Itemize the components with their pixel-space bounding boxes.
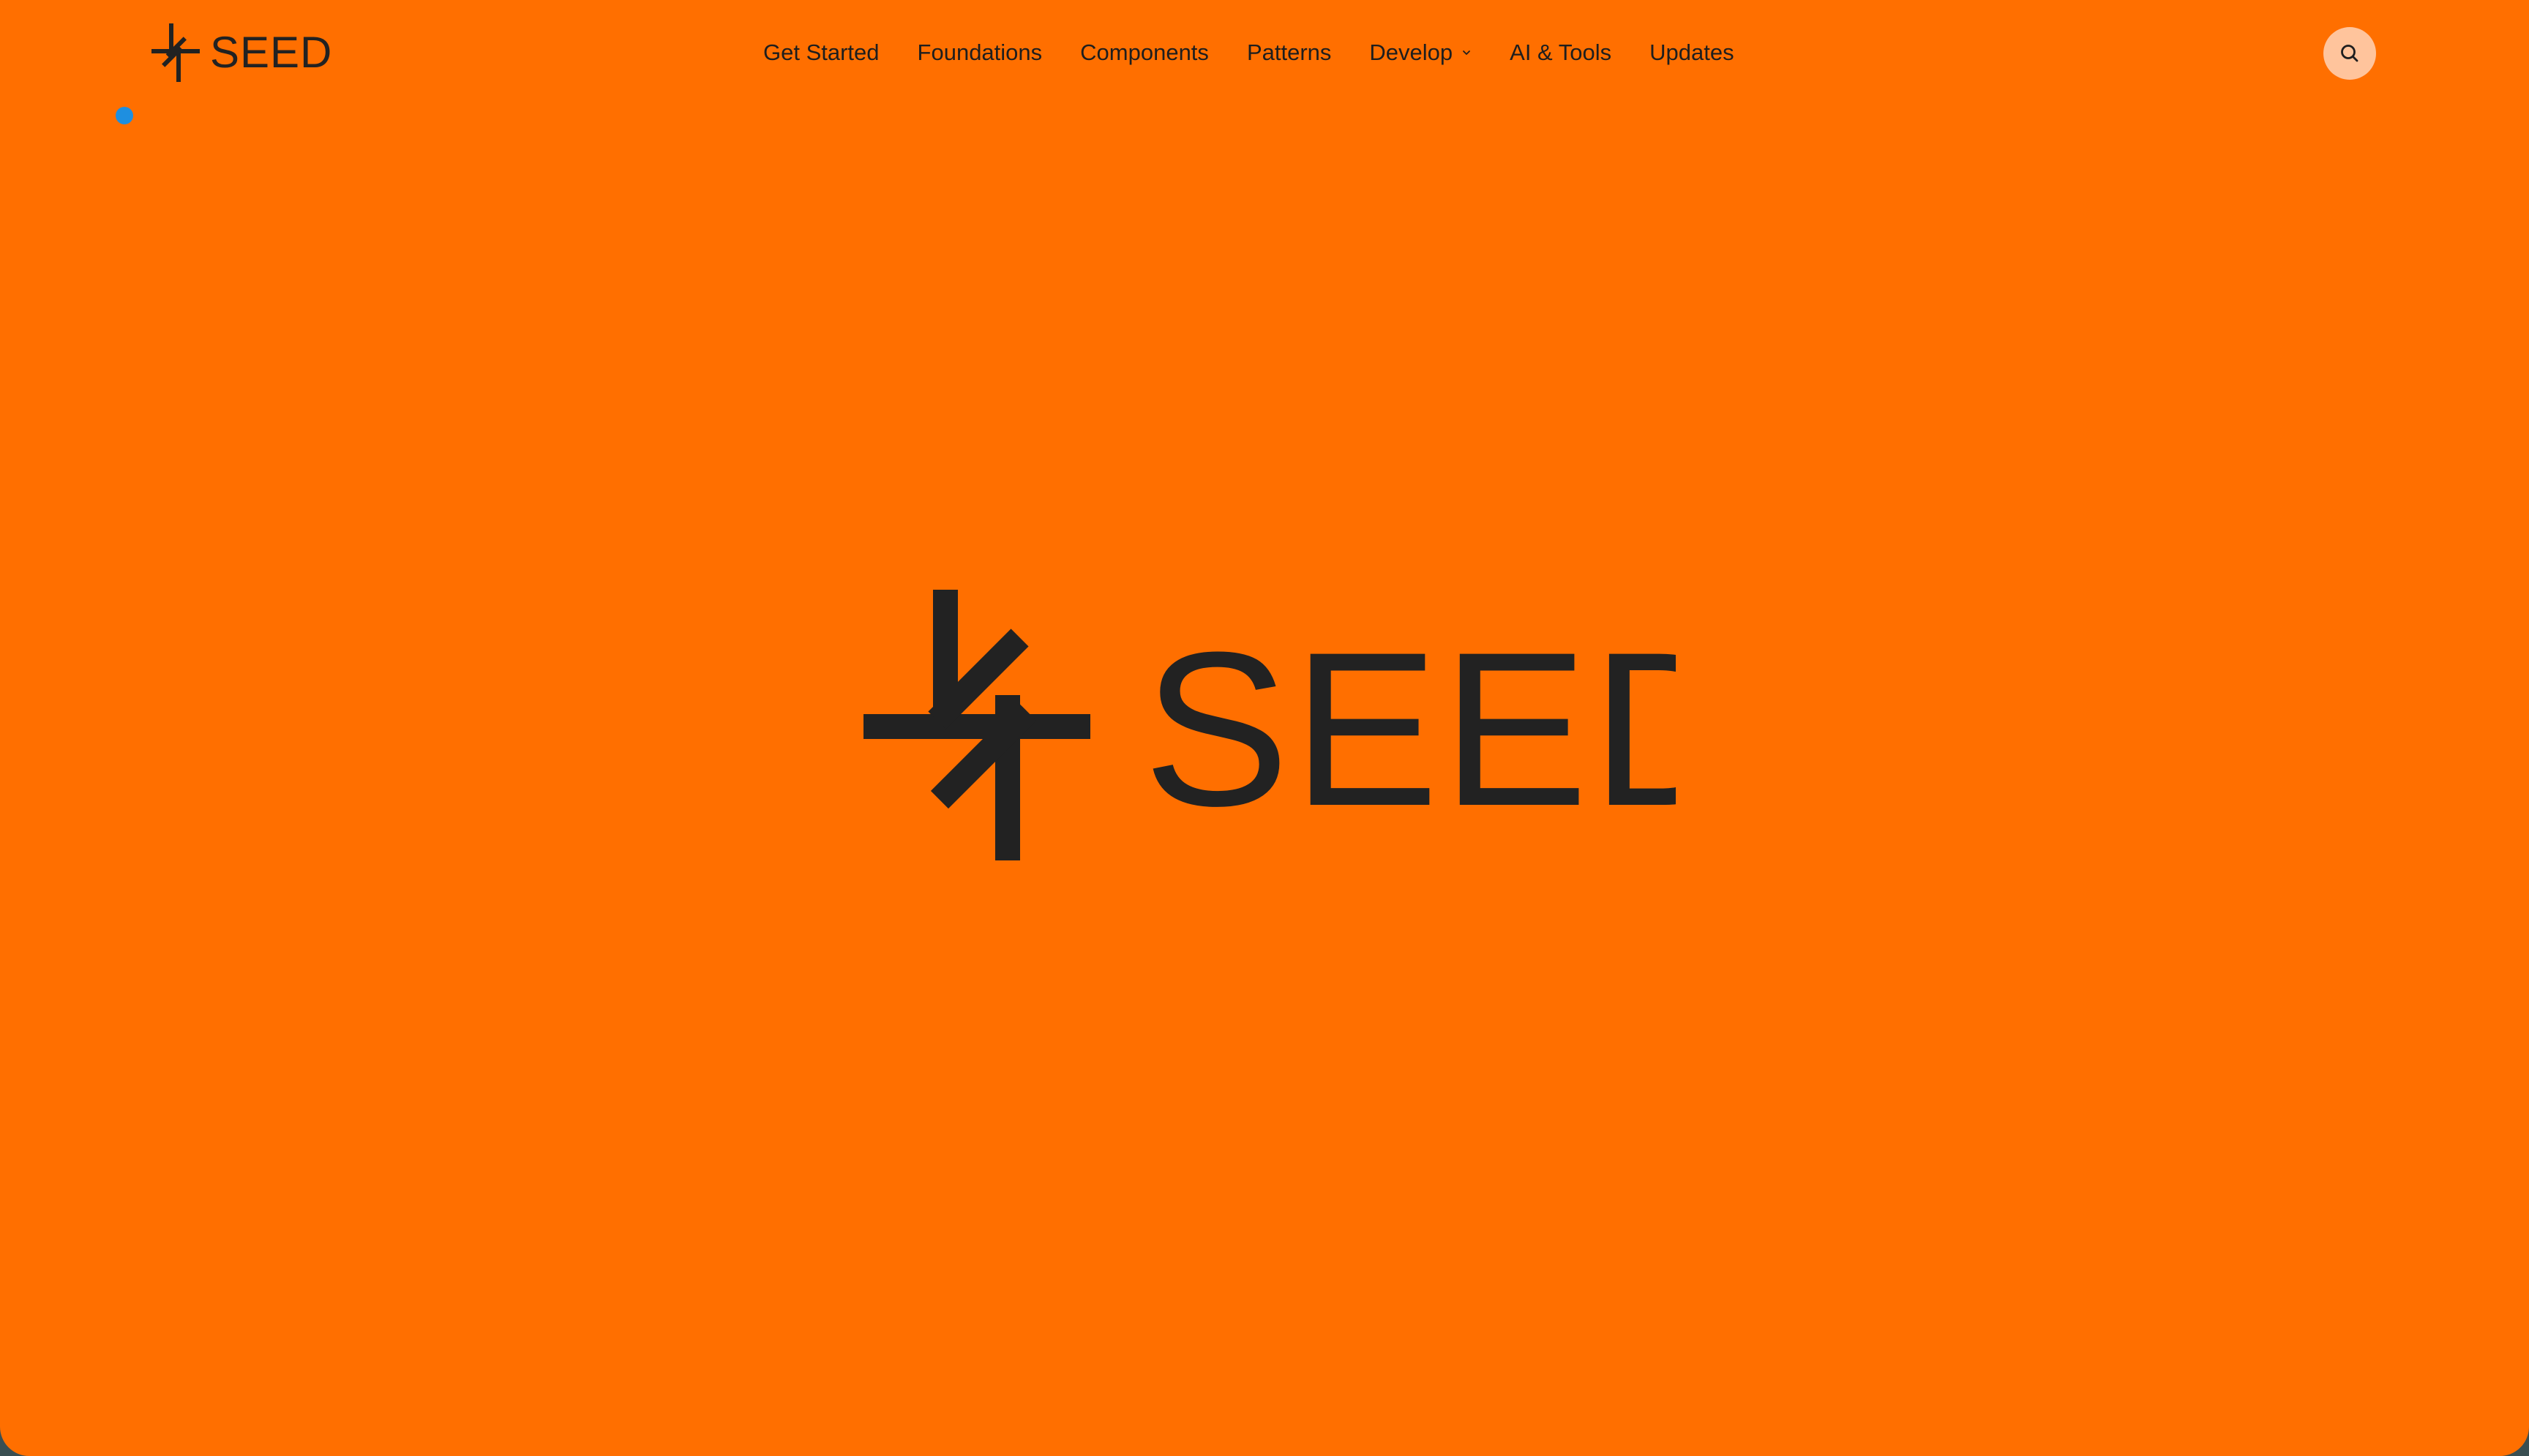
- search-button[interactable]: [2323, 27, 2376, 80]
- nav-patterns[interactable]: Patterns: [1247, 40, 1331, 66]
- site-header: SEED Get Started Foundations Components …: [0, 0, 2529, 105]
- nav-develop-label: Develop: [1369, 40, 1453, 65]
- seed-spark-icon: [863, 590, 1090, 860]
- main-nav: Get Started Foundations Components Patte…: [763, 32, 1734, 73]
- nav-foundations[interactable]: Foundations: [918, 40, 1043, 66]
- page: SEED Get Started Foundations Components …: [0, 0, 2529, 1456]
- nav-updates[interactable]: Updates: [1649, 40, 1734, 66]
- nav-get-started[interactable]: Get Started: [763, 40, 880, 66]
- hero-logo-text: SEED: [1143, 606, 1676, 852]
- seed-spark-icon: [150, 22, 201, 83]
- nav-components[interactable]: Components: [1080, 40, 1209, 66]
- hero-logo: SEED: [856, 585, 1676, 871]
- brand-home-link[interactable]: SEED: [150, 22, 332, 83]
- nav-ai-tools[interactable]: AI & Tools: [1510, 40, 1611, 66]
- search-icon: [2338, 42, 2361, 65]
- nav-develop[interactable]: Develop: [1369, 40, 1472, 66]
- status-indicator-dot: [116, 107, 133, 124]
- chevron-down-icon: [1461, 48, 1472, 58]
- brand-name: SEED: [210, 28, 333, 77]
